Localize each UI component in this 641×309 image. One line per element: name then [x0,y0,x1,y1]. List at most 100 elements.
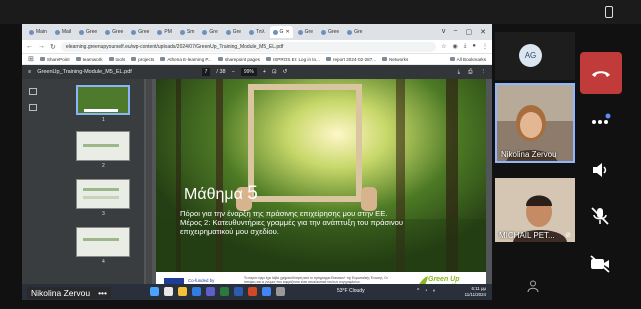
thumbnails-icon[interactable] [29,88,37,95]
browser-tab[interactable]: Gre [295,26,316,38]
bookmark-item[interactable]: sharepoint pages [217,57,260,62]
browser-tab-active[interactable]: G ✕ [269,26,293,38]
fit-page-icon[interactable]: ⊡ [272,69,277,75]
clock[interactable]: 6:11 μμ 11/11/2024 [465,286,486,297]
browser-tab[interactable]: Τιτλ [246,26,267,38]
bookmark-item[interactable]: tools [108,57,125,62]
browser-tab[interactable]: Gree [76,26,100,38]
page-thumbnail[interactable] [76,227,130,257]
search-icon[interactable] [164,287,173,296]
presenter-more-button[interactable]: ••• [98,288,107,298]
weather-widget[interactable]: 53°F Cloudy [337,288,365,294]
bookmark-icon [39,57,45,61]
browser-tab[interactable]: Gree [318,26,342,38]
thumb-line [84,109,118,112]
bookmark-item[interactable]: Athena E-learning P... [160,57,212,62]
windows-start-icon[interactable] [150,287,159,296]
system-tray: ^ ◔ ◖ [417,288,435,294]
top-strip [0,0,641,24]
url-field[interactable]: elearning.greenupyourself.eu/wp-content/… [60,41,437,52]
all-bookmarks[interactable]: All Bookmarks [449,57,486,62]
browser-tab[interactable]: Gre [223,26,244,38]
outline-icon[interactable] [29,104,37,111]
window-controls: v − ▢ ✕ [442,28,492,36]
extension-icon[interactable]: ◉ [452,43,457,50]
tab-search-button[interactable]: v [442,28,446,36]
page-thumbnail[interactable] [76,179,130,209]
close-button[interactable]: ✕ [480,28,486,36]
hang-up-button[interactable] [580,52,622,94]
tray-arrow-icon[interactable]: ^ [417,288,419,294]
participant-tile-michail[interactable]: MICHAIL PET... ⊘ [495,178,575,242]
word-icon[interactable] [234,287,243,296]
edge-icon[interactable] [192,287,201,296]
bookmark-item[interactable]: ISPROS.EI: Log in to... [265,57,320,62]
mic-toggle-button[interactable] [588,204,612,228]
tab-favicon-icon [54,29,60,35]
powerpoint-icon[interactable] [248,287,257,296]
bookmark-item[interactable]: SharePoint [39,57,70,62]
pdf-menu-icon[interactable]: ≡ [28,69,31,75]
participant-tile-nikolina[interactable]: Nikolina Zervou [495,83,575,163]
thumb-number: 4 [102,259,105,265]
minimize-button[interactable]: − [453,28,457,36]
zoom-in-button[interactable]: + [263,69,266,75]
rotate-icon[interactable]: ↺ [283,69,288,75]
profile-icon[interactable]: ● [472,43,476,50]
back-icon[interactable]: ← [26,43,33,50]
download-icon[interactable]: ⤓ [464,43,467,50]
people-icon[interactable] [526,279,540,293]
more-icon [592,113,611,124]
thumb-line [83,238,119,241]
teams-icon[interactable] [206,287,215,296]
file-explorer-icon[interactable] [178,287,187,296]
bookmark-item[interactable]: Networks [382,57,408,62]
bookmark-star-icon[interactable]: ☆ [441,43,446,50]
browser-tab[interactable]: Gre [344,26,365,38]
excel-icon[interactable] [220,287,229,296]
page-thumbnail[interactable] [76,85,130,115]
zoom-input[interactable]: 99% [240,68,257,76]
reload-icon[interactable]: ↻ [50,43,56,51]
folder-icon [75,57,81,61]
page-number-input[interactable]: 7 [201,68,211,76]
print-icon[interactable]: ⎙ [468,69,472,76]
chrome-icon[interactable] [262,287,271,296]
presenter-name-tag: Nikolina Zervou ••• [27,287,111,299]
bookmark-item[interactable]: teamwork [75,57,103,62]
download-icon[interactable]: ⤓ [458,69,460,76]
subtitle-line: Μέρος 2: Κατευθυντήριες γραμμές για την … [180,218,404,228]
folder-icon [382,57,388,61]
browser-tab[interactable]: Gre [199,26,220,38]
browser-tab[interactable]: Main [26,26,50,38]
bookmark-icon [160,57,166,61]
more-icon[interactable]: ⋮ [481,69,487,76]
more-options-button[interactable] [588,108,612,132]
volume-icon[interactable]: ◖ [432,288,435,294]
participant-tile-ag[interactable]: AG [495,32,575,80]
bookmark-item[interactable]: report 2024-02-287... [325,57,376,62]
page-thumbnail[interactable] [76,131,130,161]
bookmarks-bar: ⊞ SharePoint teamwork tools projects Ath… [22,54,492,65]
browser-tab[interactable]: Sm [177,26,198,38]
speaker-button[interactable] [588,158,612,182]
thumb-line [83,188,119,191]
browser-tab[interactable]: PM [154,26,175,38]
folder-icon [131,57,137,61]
camera-toggle-button[interactable] [588,252,612,276]
browser-tab[interactable]: Mail [52,26,74,38]
browser-tab[interactable]: Gree [102,26,126,38]
tab-close-icon: ✕ [285,29,290,35]
zoom-out-button[interactable]: − [232,69,235,75]
slide-subtitle: Πόροι για την έναρξη της πράσινης επιχεί… [180,209,480,237]
forward-icon[interactable]: → [38,43,45,50]
browser-menu-icon[interactable]: ⋮ [482,43,488,50]
bookmark-icon [265,57,271,61]
thumbnail-scrollbar[interactable] [146,79,152,300]
browser-tab[interactable]: Gree [128,26,152,38]
bookmark-item[interactable]: projects [131,57,154,62]
apps-grid-icon[interactable]: ⊞ [28,55,34,63]
maximize-button[interactable]: ▢ [466,28,473,36]
wifi-icon[interactable]: ◔ [424,288,427,294]
app-icon[interactable] [276,287,285,296]
